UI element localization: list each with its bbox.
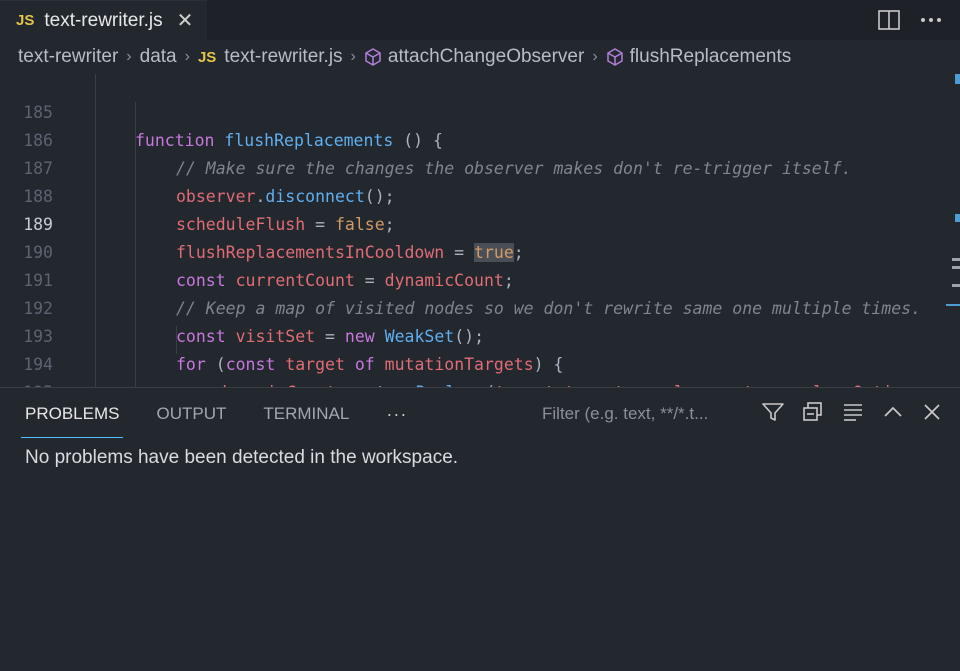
chevron-right-icon: › bbox=[126, 48, 132, 65]
panel-actions bbox=[762, 402, 942, 422]
editor-tab-bar: JS text-rewriter.js ✕ bbox=[0, 0, 960, 40]
close-icon[interactable]: ✕ bbox=[177, 8, 194, 33]
breadcrumb-item-attach[interactable]: attachChangeObserver bbox=[388, 46, 584, 68]
tab-output[interactable]: OUTPUT bbox=[156, 396, 226, 432]
code-line-190: 190 const currentCount = dynamicCount; bbox=[0, 211, 960, 290]
tab-title: text-rewriter.js bbox=[44, 9, 163, 31]
code-editor[interactable]: 185 function flushReplacements () { 186 … bbox=[0, 74, 960, 387]
overview-ruler[interactable] bbox=[946, 74, 960, 387]
method-symbol-icon bbox=[364, 48, 382, 66]
split-editor-icon[interactable] bbox=[878, 10, 900, 30]
tab-terminal[interactable]: TERMINAL bbox=[263, 396, 349, 432]
js-file-icon: JS bbox=[197, 48, 217, 66]
bottom-panel: PROBLEMS OUTPUT TERMINAL ··· Filter (e.g… bbox=[0, 387, 960, 671]
code-line-193: 193 for (const target of mutationTargets… bbox=[0, 295, 960, 374]
code-line-195: 195 } bbox=[0, 351, 960, 387]
line-number: 195 bbox=[0, 379, 53, 387]
code-line-185: 185 function flushReplacements () { bbox=[0, 74, 960, 150]
code-line-191: 191 // Keep a map of visited nodes so we… bbox=[0, 239, 960, 318]
chevron-right-icon: › bbox=[350, 48, 356, 65]
code-line-187: 187 observer.disconnect(); bbox=[0, 127, 960, 206]
code-line-188: 188 scheduleFlush = false; bbox=[0, 155, 960, 234]
breadcrumb-item-folder[interactable]: text-rewriter bbox=[18, 46, 118, 68]
breadcrumb-item-data[interactable]: data bbox=[140, 46, 177, 68]
js-file-icon: JS bbox=[16, 12, 35, 29]
more-tabs-icon[interactable]: ··· bbox=[386, 404, 407, 425]
chevron-right-icon: › bbox=[592, 48, 598, 65]
no-problems-message: No problems have been detected in the wo… bbox=[25, 447, 459, 468]
tab-text-rewriter-js[interactable]: JS text-rewriter.js ✕ bbox=[0, 0, 208, 40]
method-symbol-icon bbox=[606, 48, 624, 66]
filter-icon[interactable] bbox=[762, 402, 784, 422]
chevron-up-icon[interactable] bbox=[882, 402, 904, 422]
breadcrumb-item-flush[interactable]: flushReplacements bbox=[630, 46, 792, 68]
panel-tab-bar: PROBLEMS OUTPUT TERMINAL ··· bbox=[0, 388, 407, 440]
code-line-194: 194 dynamicCount += treeReplace(target.t… bbox=[0, 323, 960, 387]
code-line-186: 186 // Make sure the changes the observe… bbox=[0, 99, 960, 178]
word-wrap-icon[interactable] bbox=[842, 402, 864, 422]
tab-problems[interactable]: PROBLEMS bbox=[20, 396, 124, 438]
more-actions-icon[interactable] bbox=[920, 17, 942, 23]
code-line-192: 192 const visitSet = new WeakSet(); bbox=[0, 267, 960, 346]
breadcrumb-item-file[interactable]: text-rewriter.js bbox=[224, 46, 342, 68]
breadcrumb: text-rewriter › data › JS text-rewriter.… bbox=[0, 40, 960, 74]
close-panel-icon[interactable] bbox=[922, 402, 942, 422]
editor-actions bbox=[878, 0, 960, 40]
problems-filter-input[interactable]: Filter (e.g. text, **/*.t... bbox=[542, 404, 742, 424]
code-line-189: 189 flushReplacementsInCooldown = true; bbox=[0, 183, 960, 262]
collapse-all-icon[interactable] bbox=[802, 402, 824, 422]
chevron-right-icon: › bbox=[184, 48, 190, 65]
